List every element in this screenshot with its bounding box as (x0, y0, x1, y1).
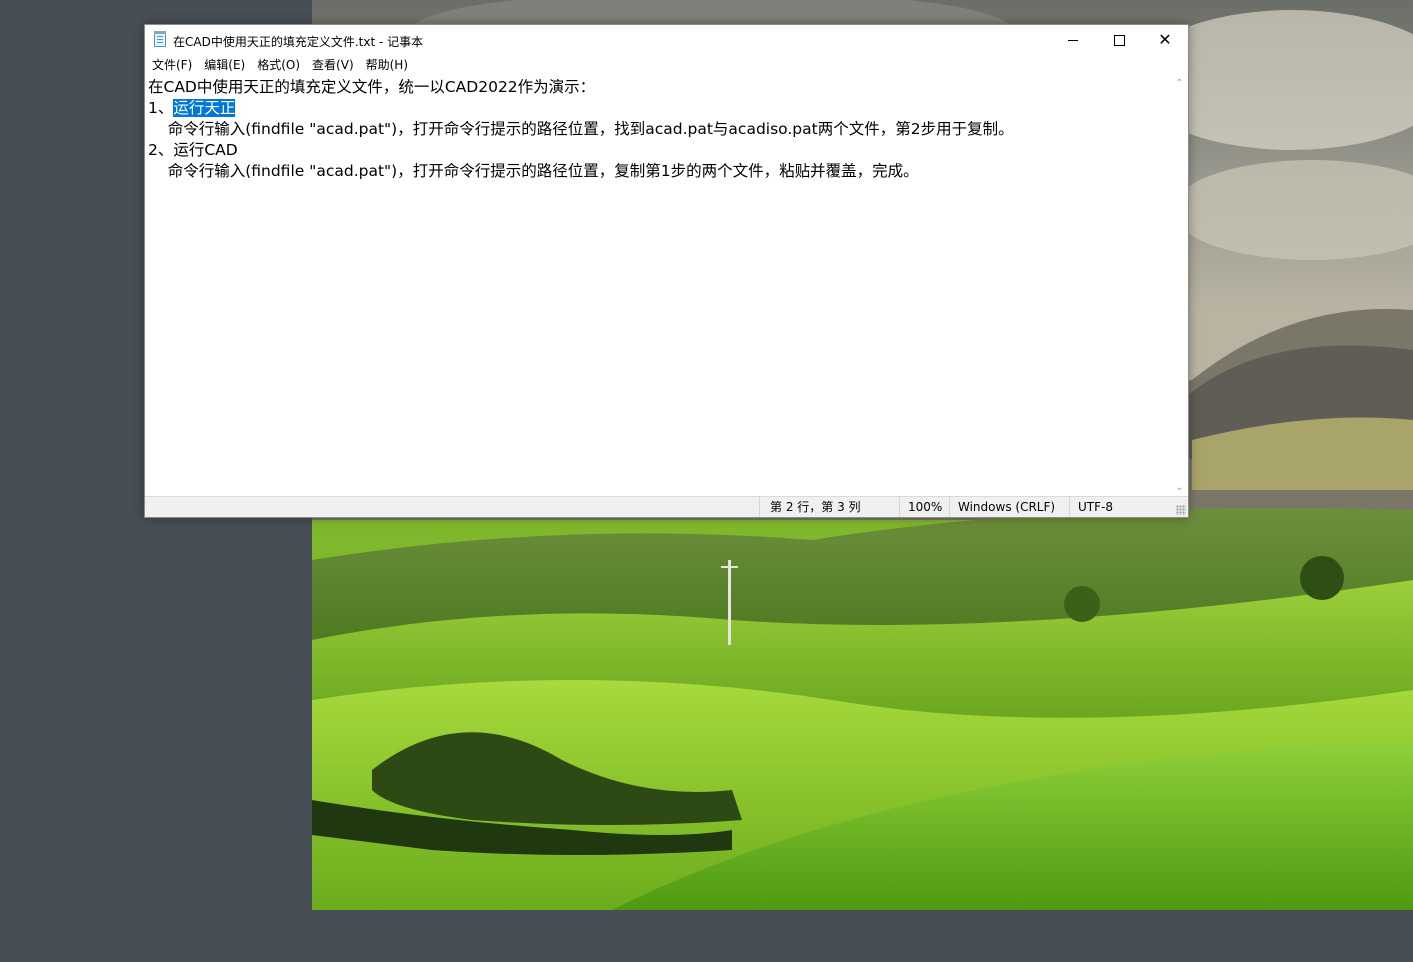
maximize-icon (1113, 34, 1125, 46)
close-icon: ✕ (1158, 30, 1172, 49)
text-line-5: 命令行输入(findfile "acad.pat")，打开命令行提示的路径位置，… (148, 162, 919, 180)
close-button[interactable]: ✕ (1142, 25, 1188, 55)
menu-view[interactable]: 查看(V) (306, 55, 360, 75)
cursor-position: 第 2 行，第 3 列 (759, 497, 899, 517)
menu-file[interactable]: 文件(F) (146, 55, 198, 75)
encoding: UTF-8 (1069, 497, 1169, 517)
minimize-button[interactable] (1050, 25, 1096, 55)
text-line-1: 在CAD中使用天正的填充定义文件，统一以CAD2022作为演示： (148, 78, 596, 96)
window-title: 在CAD中使用天正的填充定义文件.txt - 记事本 (173, 35, 424, 49)
menu-edit[interactable]: 编辑(E) (198, 55, 251, 75)
zoom-level: 100% (899, 497, 949, 517)
vertical-scrollbar[interactable]: ⌃ ⌄ (1171, 75, 1188, 496)
minimize-icon (1068, 39, 1078, 41)
scroll-up-icon[interactable]: ⌃ (1171, 75, 1188, 92)
resize-grip-icon[interactable] (1176, 505, 1186, 515)
status-bar: 第 2 行，第 3 列 100% Windows (CRLF) UTF-8 (145, 496, 1188, 517)
text-line-4: 2、运行CAD (148, 141, 238, 159)
text-line-2-prefix: 1、 (148, 99, 174, 117)
text-line-3: 命令行输入(findfile "acad.pat")，打开命令行提示的路径位置，… (148, 120, 1014, 138)
selected-text: 运行天正 (173, 99, 236, 117)
menu-bar: 文件(F) 编辑(E) 格式(O) 查看(V) 帮助(H) (145, 55, 1188, 75)
text-editor[interactable]: 在CAD中使用天正的填充定义文件，统一以CAD2022作为演示： 1、运行天正 … (145, 75, 1171, 496)
menu-format[interactable]: 格式(O) (251, 55, 306, 75)
notepad-icon[interactable] (154, 31, 166, 47)
scroll-down-icon[interactable]: ⌄ (1171, 479, 1188, 496)
notepad-window: 在CAD中使用天正的填充定义文件.txt - 记事本 ✕ 文件(F) 编辑(E)… (144, 24, 1189, 518)
maximize-button[interactable] (1096, 25, 1142, 55)
line-ending: Windows (CRLF) (949, 497, 1069, 517)
menu-help[interactable]: 帮助(H) (360, 55, 414, 75)
text-line-2: 1、运行天正 (148, 98, 236, 119)
title-bar[interactable]: 在CAD中使用天正的填充定义文件.txt - 记事本 ✕ (145, 25, 1188, 55)
